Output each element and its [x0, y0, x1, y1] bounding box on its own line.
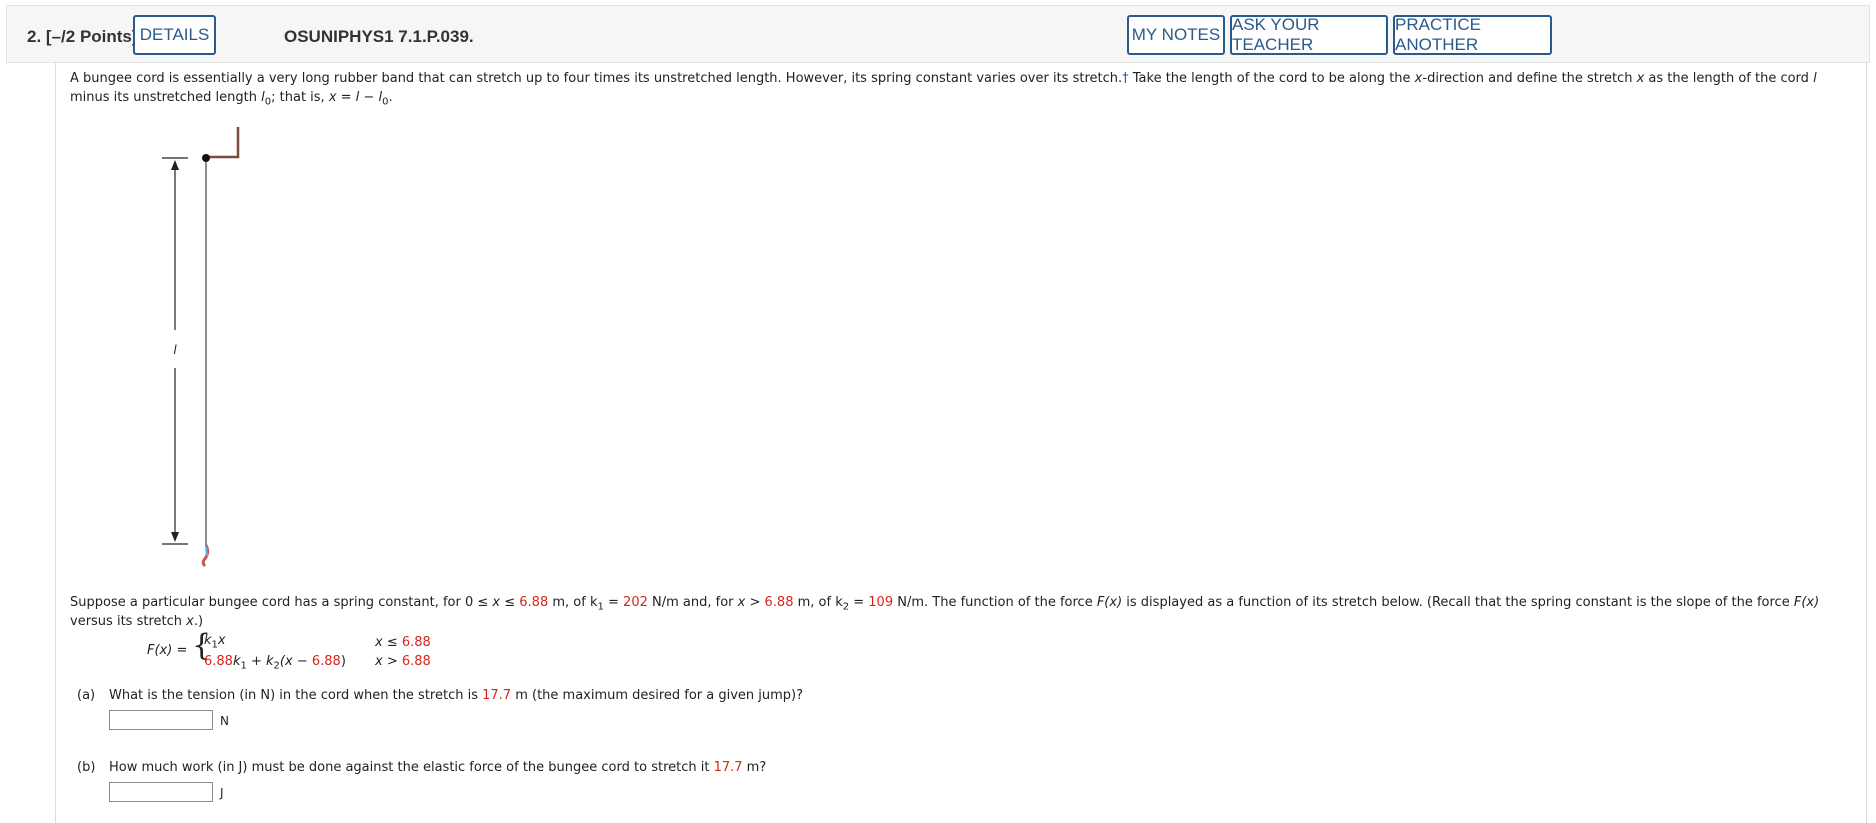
length-label: l: [173, 343, 177, 357]
question-header: 2. [–/2 Points] DETAILS OSUNIPHYS1 7.1.P…: [6, 5, 1870, 63]
question-body: [55, 63, 1867, 823]
intro-line-2: minus its unstretched length l0; that is…: [70, 90, 393, 108]
part-b-label: (b): [77, 760, 96, 775]
part-a-question: What is the tension (in N) in the cord w…: [109, 688, 804, 703]
intro-line-1: A bungee cord is essentially a very long…: [70, 71, 1817, 86]
practice-another-button[interactable]: PRACTICE ANOTHER: [1393, 15, 1552, 55]
bungee-cord: [201, 127, 240, 568]
piecewise-cond-2: x > 6.88: [375, 654, 431, 669]
piecewise-case-1: k1x: [204, 633, 226, 651]
part-a-label: (a): [77, 688, 96, 703]
problem-line-2: versus its stretch x.): [70, 614, 204, 629]
ask-teacher-button[interactable]: ASK YOUR TEACHER: [1230, 15, 1388, 55]
piecewise-lhs: F(x) =: [147, 643, 188, 658]
part-b-unit: J: [220, 786, 224, 800]
part-b-answer-input[interactable]: [109, 782, 213, 802]
part-b-question: How much work (in J) must be done agains…: [109, 760, 767, 775]
problem-line-1: Suppose a particular bungee cord has a s…: [70, 595, 1820, 613]
bungee-cord-figure: l: [162, 127, 240, 568]
my-notes-button[interactable]: MY NOTES: [1127, 15, 1225, 55]
part-a-answer-input[interactable]: [109, 710, 213, 730]
details-button[interactable]: DETAILS: [133, 15, 216, 55]
question-number-and-points: 2. [–/2 Points]: [27, 27, 138, 46]
part-a-unit: N: [220, 714, 229, 728]
piecewise-cond-1: x ≤ 6.88: [375, 635, 431, 650]
piecewise-case-2: 6.88k1 + k2(x − 6.88): [204, 654, 346, 672]
question-id: OSUNIPHYS1 7.1.P.039.: [284, 27, 474, 46]
